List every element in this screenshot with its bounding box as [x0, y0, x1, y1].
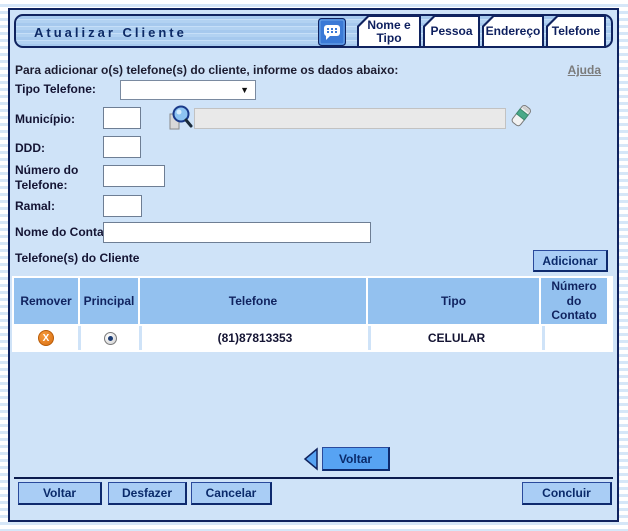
- intro-text: Para adicionar o(s) telefone(s) do clien…: [15, 63, 398, 77]
- phones-section-title: Telefone(s) do Cliente: [15, 251, 139, 265]
- ramal-label: Ramal:: [15, 199, 55, 214]
- help-link[interactable]: Ajuda: [568, 63, 601, 77]
- tab-endereco-label: Endereço: [484, 17, 542, 46]
- tab-endereco[interactable]: Endereço: [482, 15, 544, 48]
- back-arrow-icon[interactable]: [303, 447, 319, 471]
- page-title: Atualizar Cliente: [34, 25, 187, 40]
- principal-radio[interactable]: [104, 332, 117, 345]
- principal-cell: [81, 326, 139, 350]
- header-tipo: Tipo: [368, 278, 539, 324]
- phones-table: Remover Principal Telefone Tipo Número d…: [12, 276, 613, 352]
- header-principal: Principal: [80, 278, 138, 324]
- bottom-divider: [14, 477, 613, 479]
- phones-table-header: Remover Principal Telefone Tipo Número d…: [14, 278, 611, 324]
- ddd-input[interactable]: [103, 136, 141, 158]
- table-row: X (81)87813353 CELULAR: [14, 326, 611, 350]
- tab-telefone[interactable]: Telefone: [546, 15, 606, 48]
- ddd-label: DDD:: [15, 141, 45, 156]
- tab-nome-e-tipo[interactable]: Nome e Tipo: [357, 15, 421, 48]
- tab-telefone-label: Telefone: [548, 17, 604, 46]
- tipo-telefone-label: Tipo Telefone:: [15, 82, 96, 97]
- header-numero-contato: Número do Contato: [541, 278, 607, 324]
- numero-contato-cell: [545, 326, 611, 350]
- page-background: Atualizar Cliente Nome e Tipo Pessoa End: [0, 0, 628, 531]
- tipo-telefone-select[interactable]: ▼: [120, 80, 256, 100]
- chat-bubble-icon: [318, 18, 346, 46]
- search-icon[interactable]: [167, 104, 194, 132]
- numero-telefone-label: Número do Telefone:: [15, 163, 95, 193]
- atualizar-cliente-panel: Atualizar Cliente Nome e Tipo Pessoa End: [8, 8, 619, 522]
- tab-pessoa[interactable]: Pessoa: [423, 15, 480, 48]
- ramal-input[interactable]: [103, 195, 142, 217]
- mid-voltar-button[interactable]: Voltar: [322, 447, 390, 471]
- adicionar-button[interactable]: Adicionar: [533, 250, 608, 272]
- voltar-button[interactable]: Voltar: [18, 482, 102, 505]
- cancelar-button[interactable]: Cancelar: [191, 482, 272, 505]
- eraser-icon[interactable]: [507, 102, 535, 130]
- numero-telefone-input[interactable]: [103, 165, 165, 187]
- municipio-code-input[interactable]: [103, 107, 141, 129]
- header-telefone: Telefone: [140, 278, 366, 324]
- remove-cell: X: [14, 326, 78, 350]
- remove-icon[interactable]: X: [38, 330, 54, 346]
- tab-pessoa-label: Pessoa: [425, 17, 478, 46]
- desfazer-button[interactable]: Desfazer: [108, 482, 187, 505]
- municipio-label: Município:: [15, 112, 75, 127]
- concluir-button[interactable]: Concluir: [522, 482, 612, 505]
- header-remover: Remover: [14, 278, 78, 324]
- telefone-cell: (81)87813353: [142, 326, 368, 350]
- nome-contato-input[interactable]: [103, 222, 371, 243]
- tipo-cell: CELULAR: [371, 326, 542, 350]
- chevron-down-icon: ▼: [240, 85, 249, 95]
- tab-nome-e-tipo-label: Nome e Tipo: [359, 17, 419, 46]
- municipio-name-field: [194, 108, 506, 129]
